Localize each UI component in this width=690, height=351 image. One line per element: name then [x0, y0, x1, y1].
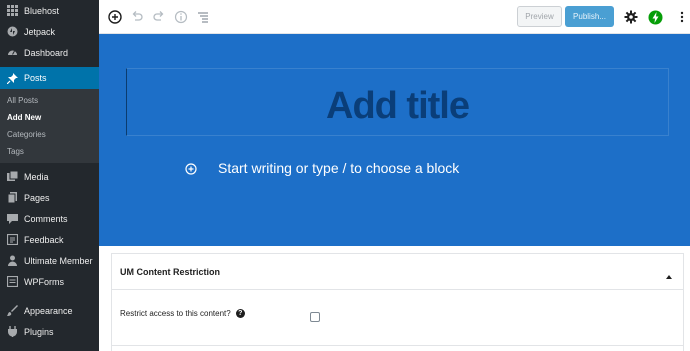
menu-item-pages[interactable]: Pages	[0, 187, 99, 208]
dashboard-icon	[7, 47, 18, 58]
menu-label: Pages	[24, 192, 50, 203]
editor-canvas: Add title Start writing or type / to cho…	[99, 34, 690, 246]
body-placeholder[interactable]: Start writing or type / to choose a bloc…	[218, 160, 459, 176]
um-content-restriction-panel: UM Content Restriction Restrict access t…	[111, 253, 684, 351]
wpforms-icon	[7, 276, 18, 287]
menu-item-bluehost[interactable]: Bluehost	[0, 0, 99, 21]
collapse-arrow-icon[interactable]	[665, 268, 673, 279]
restrict-access-checkbox[interactable]	[310, 312, 320, 322]
menu-item-plugins[interactable]: Plugins	[0, 321, 99, 342]
meta-boxes-area: UM Content Restriction Restrict access t…	[99, 246, 690, 351]
comments-icon	[7, 213, 18, 224]
menu-item-ultimate-member[interactable]: Ultimate Member	[0, 250, 99, 271]
restrict-access-label: Restrict access to this content?	[120, 309, 231, 318]
user-icon	[7, 255, 18, 266]
block-navigation-icon[interactable]	[195, 9, 211, 25]
publish-button[interactable]: Publish...	[565, 6, 614, 27]
submenu-all-posts[interactable]: All Posts	[0, 92, 99, 109]
jetpack-icon	[7, 26, 18, 37]
post-title-field[interactable]: Add title	[126, 68, 669, 136]
panel-divider	[111, 345, 684, 346]
menu-label: Media	[24, 171, 49, 182]
undo-icon[interactable]	[129, 9, 145, 25]
menu-label: Jetpack	[24, 26, 56, 37]
block-inserter-icon[interactable]	[185, 162, 197, 175]
pages-icon	[7, 192, 18, 203]
menu-item-feedback[interactable]: Feedback	[0, 229, 99, 250]
pushpin-icon	[7, 72, 18, 84]
menu-item-comments[interactable]: Comments	[0, 208, 99, 229]
add-block-icon[interactable]	[107, 9, 123, 25]
admin-sidebar: Bluehost Jetpack Dashboard Posts All Pos…	[0, 0, 99, 351]
menu-label: Plugins	[24, 326, 54, 337]
menu-label: Comments	[24, 213, 68, 224]
redo-icon[interactable]	[151, 9, 167, 25]
menu-label: Feedback	[24, 234, 64, 245]
menu-item-dashboard[interactable]: Dashboard	[0, 42, 99, 63]
submenu-categories[interactable]: Categories	[0, 126, 99, 143]
menu-spacer	[0, 292, 99, 300]
menu-item-jetpack[interactable]: Jetpack	[0, 21, 99, 42]
bluehost-icon	[7, 5, 18, 16]
menu-item-wpforms[interactable]: WPForms	[0, 271, 99, 292]
appearance-icon	[7, 305, 18, 316]
menu-label: Ultimate Member	[24, 255, 93, 266]
submenu-add-new[interactable]: Add New	[0, 109, 99, 126]
menu-label: Appearance	[24, 305, 73, 316]
editor-toolbar: Preview Publish...	[99, 0, 690, 34]
submenu-tags[interactable]: Tags	[0, 143, 99, 160]
menu-label: Posts	[24, 73, 47, 83]
menu-label: Dashboard	[24, 47, 69, 58]
menu-item-appearance[interactable]: Appearance	[0, 300, 99, 321]
menu-item-posts[interactable]: Posts	[0, 67, 99, 89]
help-icon[interactable]: ?	[235, 309, 245, 318]
plugins-icon	[7, 326, 18, 337]
restrict-access-row: Restrict access to this content? ?	[120, 309, 245, 318]
more-options-icon[interactable]	[674, 9, 690, 25]
panel-header[interactable]: UM Content Restriction	[112, 254, 683, 290]
feedback-icon	[7, 234, 18, 245]
info-icon[interactable]	[173, 9, 189, 25]
settings-gear-icon[interactable]	[623, 9, 639, 25]
menu-label: Bluehost	[24, 5, 60, 16]
title-placeholder: Add title	[326, 85, 470, 127]
preview-button[interactable]: Preview	[517, 6, 562, 27]
jetpack-lightning-icon[interactable]	[647, 9, 663, 25]
menu-label: WPForms	[24, 276, 64, 287]
media-icon	[7, 171, 18, 182]
posts-submenu: All Posts Add New Categories Tags	[0, 89, 99, 163]
menu-item-media[interactable]: Media	[0, 166, 99, 187]
panel-title: UM Content Restriction	[120, 266, 220, 277]
